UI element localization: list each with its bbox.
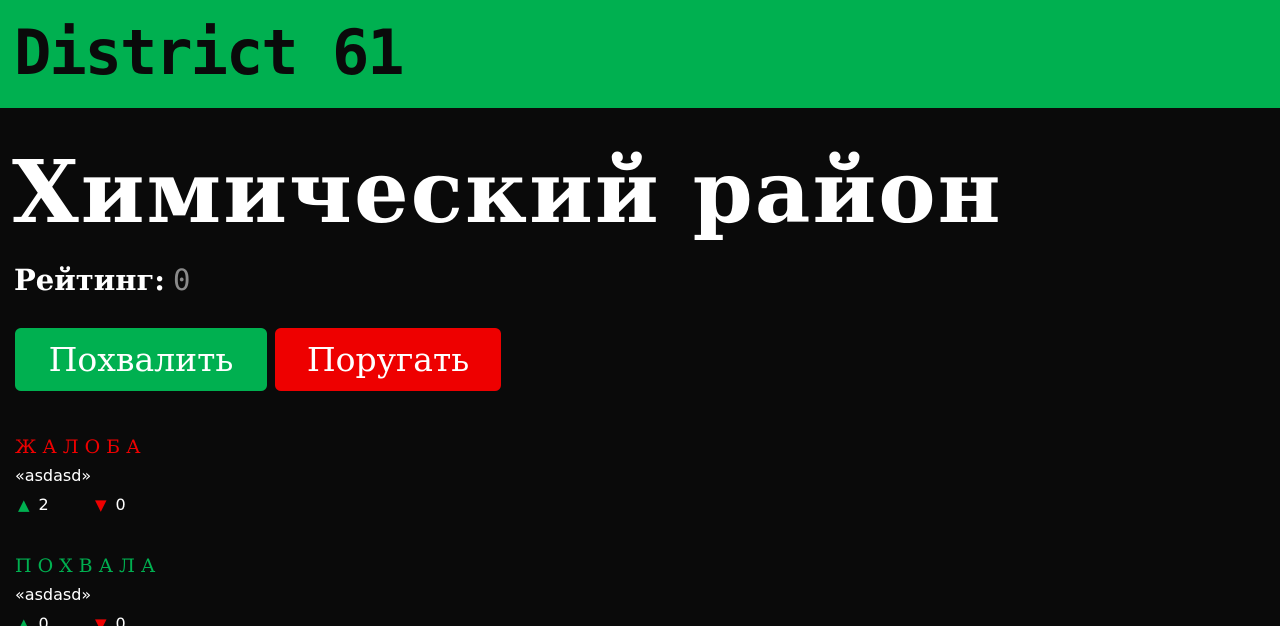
feedback-entry: ПОХВАЛА «asdasd» ▲ 0 ▼ 0 bbox=[15, 553, 415, 626]
triangle-down-icon: ▼ bbox=[95, 496, 107, 514]
upvote-button[interactable]: ▲ 2 bbox=[18, 495, 49, 515]
rating-label: Рейтинг: bbox=[14, 263, 165, 297]
triangle-down-icon: ▼ bbox=[95, 615, 107, 626]
triangle-up-icon: ▲ bbox=[18, 496, 30, 514]
scold-button[interactable]: Поругать bbox=[275, 328, 501, 391]
downvote-count: 0 bbox=[115, 495, 126, 514]
site-header: District 61 bbox=[0, 0, 1280, 108]
entry-type-label: ПОХВАЛА bbox=[15, 555, 162, 577]
downvote-button[interactable]: ▼ 0 bbox=[95, 495, 126, 515]
entry-text: «asdasd» bbox=[15, 585, 92, 604]
downvote-button[interactable]: ▼ 0 bbox=[95, 614, 126, 626]
vote-bar: ▲ 0 ▼ 0 bbox=[15, 614, 415, 626]
upvote-count: 0 bbox=[38, 614, 49, 626]
brand-logo-text[interactable]: District 61 bbox=[14, 14, 405, 92]
feedback-entry: ЖАЛОБА «asdasd» ▲ 2 ▼ 0 bbox=[15, 434, 415, 515]
upvote-button[interactable]: ▲ 0 bbox=[18, 614, 49, 626]
rating-value: 0 bbox=[172, 263, 191, 297]
entry-type-label: ЖАЛОБА bbox=[15, 436, 147, 458]
downvote-count: 0 bbox=[115, 614, 126, 626]
entry-text: «asdasd» bbox=[15, 466, 92, 485]
page-title: Химический район bbox=[12, 142, 1003, 243]
vote-bar: ▲ 2 ▼ 0 bbox=[15, 495, 415, 515]
upvote-count: 2 bbox=[38, 495, 49, 514]
rating: Рейтинг: 0 bbox=[14, 262, 190, 298]
praise-button[interactable]: Похвалить bbox=[15, 328, 267, 391]
triangle-up-icon: ▲ bbox=[18, 615, 30, 626]
